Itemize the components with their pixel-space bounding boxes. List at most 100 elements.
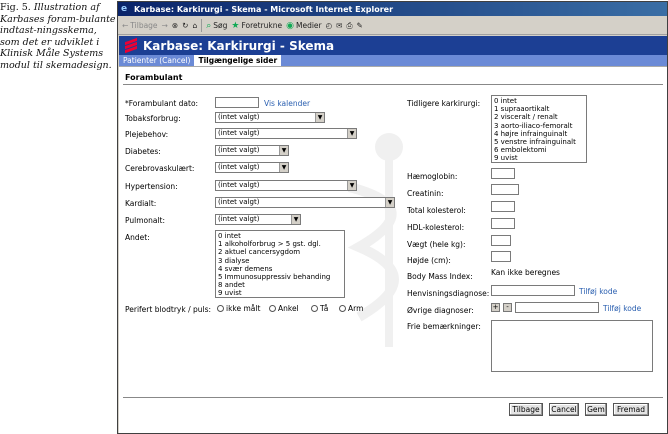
home-button[interactable]: ⌂ — [192, 21, 197, 30]
ovrige-remove-button[interactable]: - — [503, 303, 512, 312]
back-button[interactable]: ← Tilbage — [122, 21, 158, 30]
cerebrovaskulaert-select[interactable]: (intet valgt) ▼ — [215, 162, 289, 173]
window-title: Karbase: Karkirurgi - Skema - Microsoft … — [134, 4, 394, 14]
calendar-link[interactable]: Vis kalender — [264, 99, 310, 108]
tab-patienter[interactable]: Patienter (Cancel) — [119, 55, 194, 66]
pulmonalt-select[interactable]: (intet valgt) ▼ — [215, 214, 301, 225]
chevron-down-icon: ▼ — [315, 113, 324, 122]
list-item[interactable]: 9 uvist — [218, 289, 342, 297]
hypertension-select[interactable]: (intet valgt) ▼ — [215, 180, 357, 191]
list-item[interactable]: 3 dialyse — [218, 257, 342, 265]
chevron-down-icon: ▼ — [385, 198, 394, 207]
forambulant-date-input[interactable] — [215, 97, 259, 108]
tab-bar: Patienter (Cancel) Tilgængelige sider — [119, 55, 667, 66]
chevron-down-icon: ▼ — [279, 163, 288, 172]
list-item[interactable]: 4 højre infrainguinalt — [494, 130, 584, 138]
pulmonalt-label: Pulmonalt: — [125, 216, 166, 225]
back-arrow-icon: ← — [122, 21, 129, 30]
list-item[interactable]: 3 aorto-iliaco-femoralt — [494, 122, 584, 130]
total-kolesterol-input[interactable] — [491, 201, 515, 212]
list-item[interactable]: 8 andet — [218, 281, 342, 289]
list-item[interactable]: 0 intet — [494, 97, 584, 105]
print-button[interactable]: ⎙ — [346, 21, 352, 31]
list-item[interactable]: 2 visceralt / renalt — [494, 113, 584, 121]
favorites-button[interactable]: ★ Foretrukne — [231, 21, 282, 31]
radio-arm[interactable]: Arm — [339, 304, 363, 313]
cancel-button[interactable]: Cancel — [549, 403, 579, 416]
section-title: Forambulant — [125, 73, 183, 82]
karbase-logo-icon — [125, 37, 137, 54]
list-item[interactable]: 1 alkoholforbrug > 5 gst. dgl. — [218, 240, 342, 248]
stop-button[interactable]: ⊗ — [172, 21, 178, 30]
ovrige-input[interactable] — [515, 302, 599, 313]
radio-icon — [339, 305, 346, 312]
list-item[interactable]: 9 uvist — [494, 154, 584, 162]
radio-icon — [217, 305, 224, 312]
toolbar-divider — [201, 19, 203, 32]
history-button[interactable]: ◴ — [326, 21, 333, 30]
window-titlebar: e Karbase: Karkirurgi - Skema - Microsof… — [118, 2, 667, 16]
hypertension-label: Hypertension: — [125, 182, 178, 191]
diabetes-select[interactable]: (intet valgt) ▼ — [215, 145, 289, 156]
list-item[interactable]: 4 svær demens — [218, 265, 342, 273]
back-form-button[interactable]: Tilbage — [509, 403, 543, 416]
radio-ikke-maalt[interactable]: ikke målt — [217, 304, 260, 313]
cerebrovaskulaert-label: Cerebrovaskulært: — [125, 164, 195, 173]
forward-button[interactable]: → — [162, 21, 168, 30]
refresh-button[interactable]: ↻ — [182, 21, 188, 30]
henvisning-input[interactable] — [491, 285, 575, 296]
mail-button[interactable]: ✉ — [336, 21, 342, 30]
search-button[interactable]: ⌕ Søg — [206, 21, 227, 31]
chevron-down-icon: ▼ — [291, 215, 300, 224]
radio-taa[interactable]: Tå — [311, 304, 328, 313]
list-item[interactable]: 2 aktuel cancersygdom — [218, 248, 342, 256]
ovrige-add-code-link[interactable]: Tilføj kode — [603, 304, 641, 313]
edit-button[interactable]: ✎ — [356, 21, 362, 30]
hdl-kolesterol-label: HDL-kolesterol: — [407, 223, 465, 232]
list-item[interactable]: 0 intet — [218, 232, 342, 240]
diabetes-label: Diabetes: — [125, 147, 161, 156]
radio-ankel[interactable]: Ankel — [269, 304, 299, 313]
list-item[interactable]: 5 venstre infrainguinalt — [494, 138, 584, 146]
save-button[interactable]: Gem — [585, 403, 607, 416]
list-item[interactable]: 1 supraaortikalt — [494, 105, 584, 113]
tobaksforbrug-label: Tobaksforbrug: — [125, 114, 181, 123]
tidligere-listbox[interactable]: 0 intet 1 supraaortikalt 2 visceralt / r… — [491, 95, 587, 163]
vaegt-input[interactable] — [491, 235, 511, 246]
radio-icon — [269, 305, 276, 312]
chevron-down-icon: ▼ — [347, 181, 356, 190]
andet-listbox[interactable]: 0 intet 1 alkoholforbrug > 5 gst. dgl. 2… — [215, 230, 345, 298]
radio-icon — [311, 305, 318, 312]
list-item[interactable]: 6 embolektomi — [494, 146, 584, 154]
history-icon: ◴ — [325, 21, 333, 30]
mail-icon: ✉ — [336, 21, 343, 30]
media-button[interactable]: ◉ Medier — [286, 21, 322, 31]
list-item[interactable]: 5 Immunosuppressiv behanding — [218, 273, 342, 281]
plejebehov-select[interactable]: (intet valgt) ▼ — [215, 128, 357, 139]
figure-caption: Fig. 5. Illustration af Karbases foram-b… — [0, 2, 116, 71]
fri-bemaerkninger-textarea[interactable] — [491, 320, 653, 372]
henvisning-add-code-link[interactable]: Tilføj kode — [579, 287, 617, 296]
tab-tilgaengelige-sider[interactable]: Tilgængelige sider — [194, 55, 282, 66]
hdl-kolesterol-input[interactable] — [491, 218, 515, 229]
perifert-label: Perifert blodtryk / puls: — [125, 305, 212, 314]
figure-number: Fig. 5. — [0, 2, 31, 13]
creatinin-input[interactable] — [491, 184, 519, 195]
edit-icon: ✎ — [356, 21, 363, 30]
haemoglobin-input[interactable] — [491, 168, 515, 179]
hoejde-input[interactable] — [491, 251, 511, 262]
star-icon: ★ — [231, 20, 240, 31]
chevron-down-icon: ▼ — [347, 129, 356, 138]
forward-form-button[interactable]: Fremad — [613, 403, 649, 416]
browser-toolbar: ← Tilbage → ⊗ ↻ ⌂ ⌕ Søg ★ Foretrukne ◉ Medie… — [118, 17, 667, 35]
stop-icon: ⊗ — [171, 21, 179, 30]
total-kolesterol-label: Total kolesterol: — [407, 206, 466, 215]
ovrige-add-button[interactable]: + — [491, 303, 500, 312]
kardialt-select[interactable]: (intet valgt) ▼ — [215, 197, 395, 208]
tobaksforbrug-select[interactable]: (intet valgt) ▼ — [215, 112, 325, 123]
kardialt-label: Kardialt: — [125, 199, 157, 208]
forambulant-date-label: *Forambulant dato: — [125, 99, 199, 108]
bmi-label: Body Mass Index: — [407, 272, 473, 281]
search-icon: ⌕ — [206, 20, 212, 31]
ovrige-label: Øvrige diagnoser: — [407, 306, 474, 315]
